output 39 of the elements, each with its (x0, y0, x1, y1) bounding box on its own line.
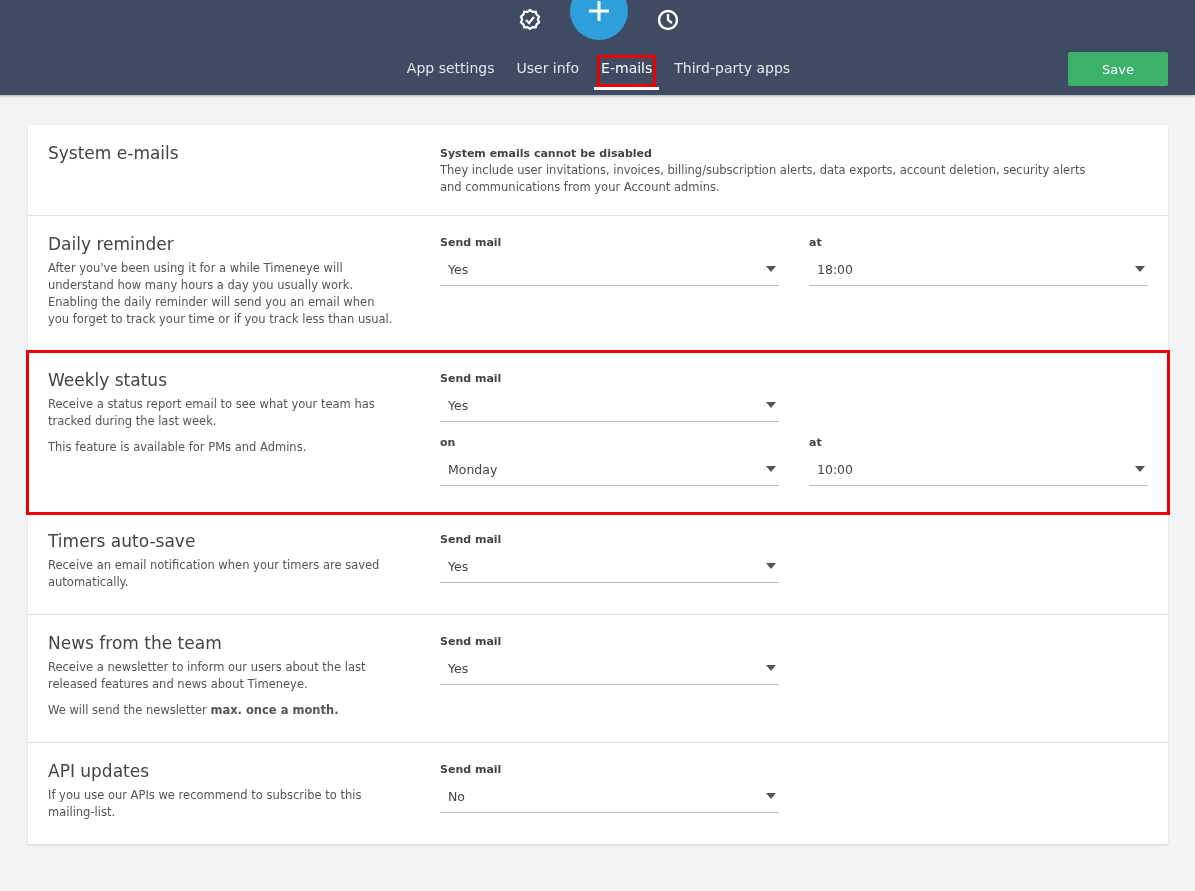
field-label: at (809, 236, 823, 249)
caret-icon (766, 563, 776, 569)
badge-check-icon[interactable] (517, 8, 542, 32)
tab[interactable]: App settings (399, 52, 502, 90)
field-label: Send mail (440, 372, 503, 385)
section-description: After you've been using it for a while Timeneye will understand how many hours a day you usually work. Enabling the daily reminder will send you an email when you forget to track your time or if you track less than usual. (48, 260, 394, 328)
caret-icon (766, 665, 776, 671)
section-title: API updates (48, 761, 151, 781)
section-description: We will send the newsletter max. once a month. (48, 702, 340, 719)
section-description: Receive an email notification when your timers are saved automatically. (48, 557, 381, 591)
plus-icon (586, 0, 611, 23)
tab[interactable]: User info (509, 52, 587, 90)
caret-icon (1135, 266, 1145, 272)
section-title: Daily reminder (48, 234, 175, 254)
section-description: Receive a status report email to see what your team has tracked during the last week. (48, 396, 376, 430)
section-title: News from the team (48, 633, 223, 653)
section-description: If you use our APIs we recommend to subscribe to this mailing-list. (48, 787, 363, 821)
section-description: Receive a newsletter to inform our users about the last released features and news about Timeneye. (48, 659, 367, 693)
caret-icon (766, 466, 776, 472)
note-text: They include user invitations, invoices, billing/subscription alerts, data exports, account deletion, security alerts and communications from your Account admins. (440, 162, 1087, 196)
caret-icon (766, 793, 776, 799)
field-label: Send mail (440, 236, 503, 249)
field-label: Send mail (440, 533, 503, 546)
caret-icon (766, 266, 776, 272)
section-title: Timers auto-save (48, 531, 197, 551)
note-title: System emails cannot be disabled (440, 146, 653, 162)
field-label: Send mail (440, 635, 503, 648)
caret-icon (1135, 466, 1145, 472)
tab[interactable]: E-mails (594, 52, 660, 90)
caret-icon (766, 402, 776, 408)
add-button[interactable] (569, 0, 628, 40)
field-label: on (440, 436, 457, 449)
section-title: Weekly status (48, 370, 168, 390)
field-label: Send mail (440, 763, 503, 776)
field-label: at (809, 436, 823, 449)
section-title: System e-mails (48, 143, 180, 163)
tab[interactable]: Third-party apps (667, 52, 798, 90)
clock-icon[interactable] (655, 8, 680, 32)
section-description: This feature is available for PMs and Admins. (48, 439, 308, 456)
